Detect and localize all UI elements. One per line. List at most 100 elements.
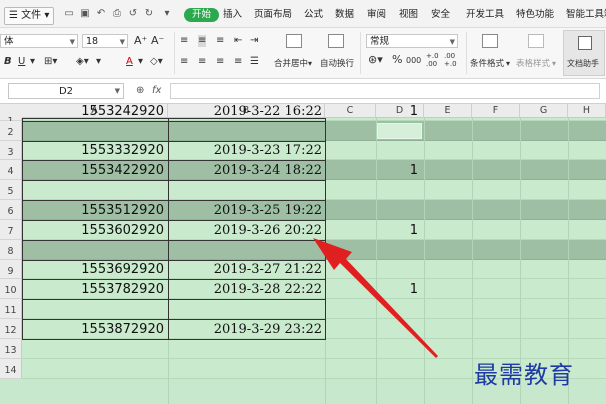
merge-center-button[interactable]: 合并居中 bbox=[274, 58, 308, 70]
font-size-value: 18 bbox=[86, 36, 99, 47]
quick-access-more-icon[interactable]: ▾ bbox=[162, 9, 172, 19]
zoom-search-icon[interactable]: ⊕ bbox=[136, 85, 144, 96]
cell-b-value: 2019-3-25 19:22 bbox=[213, 203, 322, 218]
save-icon[interactable]: ▣ bbox=[80, 9, 90, 19]
tab-formulas[interactable]: 公式 bbox=[304, 9, 323, 21]
wrap-text-icon[interactable] bbox=[328, 34, 344, 48]
row-header[interactable]: 2 bbox=[0, 121, 22, 141]
row-header[interactable]: 14 bbox=[0, 359, 22, 379]
increase-decimal-button[interactable]: +.0 .00 bbox=[426, 52, 442, 68]
bold-button[interactable]: B bbox=[4, 56, 12, 68]
row-header[interactable]: 5 bbox=[0, 180, 22, 200]
bordered-cell[interactable] bbox=[22, 180, 169, 201]
more-format-icon[interactable]: ▾ bbox=[96, 56, 101, 68]
row-header[interactable]: 13 bbox=[0, 339, 22, 359]
name-box[interactable]: D2 ▼ bbox=[8, 83, 124, 99]
new-doc-icon[interactable]: ▭ bbox=[64, 9, 74, 19]
row-header[interactable]: 9 bbox=[0, 260, 22, 279]
table-style-button[interactable]: 表格样式 bbox=[516, 58, 550, 70]
undo-icon[interactable]: ↺ bbox=[128, 9, 138, 19]
border-icon[interactable]: ⊞▾ bbox=[44, 56, 57, 68]
row-header[interactable]: 11 bbox=[0, 299, 22, 319]
bordered-cell[interactable] bbox=[168, 121, 326, 142]
font-color-button[interactable]: A bbox=[126, 56, 133, 68]
tab-security[interactable]: 安全 bbox=[431, 9, 450, 21]
file-menu-button[interactable]: ☰ 文件 ▾ bbox=[4, 7, 55, 25]
chevron-down-icon[interactable]: ▾ bbox=[308, 58, 312, 70]
doc-assistant-icon bbox=[578, 36, 592, 50]
tab-review[interactable]: 审阅 bbox=[367, 9, 386, 21]
row-header[interactable]: 8 bbox=[0, 240, 22, 260]
bordered-cell[interactable] bbox=[22, 240, 169, 261]
cell-b-value: 2019-3-26 20:22 bbox=[213, 223, 322, 238]
align-center-icon[interactable]: ≡ bbox=[198, 56, 206, 68]
cell-a-value: 1553782920 bbox=[81, 282, 164, 297]
underline-dropdown-icon[interactable]: ▾ bbox=[30, 56, 35, 68]
font-color-dropdown-icon[interactable]: ▾ bbox=[138, 56, 143, 68]
row-header[interactable]: 12 bbox=[0, 319, 22, 339]
tab-view[interactable]: 视图 bbox=[399, 9, 418, 21]
redo-icon[interactable]: ↻ bbox=[144, 9, 154, 19]
tab-special-features[interactable]: 特色功能 bbox=[516, 9, 554, 21]
tab-data[interactable]: 数据 bbox=[335, 9, 354, 21]
number-format-select[interactable]: 常规 ▼ bbox=[366, 34, 458, 48]
row-header[interactable]: 6 bbox=[0, 200, 22, 220]
cell-b-value: 2019-3-22 16:22 bbox=[213, 104, 322, 119]
active-cell-d2[interactable] bbox=[377, 123, 422, 139]
row-header[interactable]: 4 bbox=[0, 160, 22, 180]
tab-developer[interactable]: 开发工具 bbox=[466, 9, 504, 21]
bordered-cell[interactable] bbox=[22, 121, 169, 142]
merge-center-icon[interactable] bbox=[286, 34, 302, 48]
column-header-c[interactable]: C bbox=[325, 104, 376, 118]
decrease-font-icon[interactable]: A⁻ bbox=[151, 35, 164, 47]
fx-icon[interactable]: fx bbox=[152, 85, 161, 96]
tab-smart-toolbox[interactable]: 智能工具箱 bbox=[566, 9, 606, 21]
conditional-format-icon[interactable] bbox=[482, 34, 498, 48]
tab-home[interactable]: 开始 bbox=[184, 8, 220, 22]
align-right-icon[interactable]: ≡ bbox=[216, 56, 224, 68]
row-header[interactable]: 7 bbox=[0, 220, 22, 240]
cell-a-value: 1553242920 bbox=[81, 104, 164, 119]
currency-icon[interactable]: ⊛▾ bbox=[368, 54, 383, 66]
bordered-cell[interactable] bbox=[168, 180, 326, 201]
column-header-f[interactable]: F bbox=[472, 104, 520, 118]
indent-increase-icon[interactable]: ⇥ bbox=[250, 35, 258, 47]
align-bottom-icon[interactable]: ≡ bbox=[216, 35, 224, 47]
increase-font-icon[interactable]: A⁺ bbox=[134, 35, 147, 47]
bordered-cell[interactable] bbox=[22, 299, 169, 320]
column-header-h[interactable]: H bbox=[568, 104, 606, 118]
chevron-down-icon[interactable]: ▾ bbox=[552, 58, 556, 70]
doc-assistant-button[interactable]: 文档助手 bbox=[563, 30, 605, 76]
row-header[interactable]: 3 bbox=[0, 141, 22, 160]
align-top-icon[interactable]: ≡ bbox=[180, 35, 188, 47]
font-size-select[interactable]: 18 ▼ bbox=[82, 34, 128, 48]
undo-history-icon[interactable]: ↶ bbox=[96, 9, 106, 19]
chevron-down-icon[interactable]: ▾ bbox=[506, 58, 510, 70]
conditional-format-button[interactable]: 条件格式 bbox=[470, 58, 504, 70]
fill-color-icon[interactable]: ◈▾ bbox=[76, 56, 89, 68]
tab-page-layout[interactable]: 页面布局 bbox=[254, 9, 292, 21]
column-header-g[interactable]: G bbox=[520, 104, 568, 118]
justify-icon[interactable]: ≡ bbox=[234, 56, 242, 68]
align-left-icon[interactable]: ≡ bbox=[180, 56, 188, 68]
wrap-text-button[interactable]: 自动换行 bbox=[320, 58, 354, 70]
decrease-decimal-button[interactable]: .00 +.0 bbox=[444, 52, 460, 68]
number-format-value: 常规 bbox=[370, 36, 390, 47]
cell-d-value: 1 bbox=[409, 223, 418, 238]
align-middle-icon[interactable]: ≡ bbox=[198, 35, 207, 47]
distributed-icon[interactable]: ☰ bbox=[250, 56, 259, 68]
formula-input[interactable] bbox=[170, 83, 600, 99]
clear-format-icon[interactable]: ◇▾ bbox=[150, 56, 163, 68]
row-header[interactable]: 10 bbox=[0, 279, 22, 299]
indent-decrease-icon[interactable]: ⇤ bbox=[234, 35, 242, 47]
underline-button[interactable]: U bbox=[18, 56, 25, 68]
print-icon[interactable]: ⎙ bbox=[112, 9, 122, 19]
tab-insert[interactable]: 插入 bbox=[223, 9, 242, 21]
percent-button[interactable]: % bbox=[392, 54, 402, 66]
font-name-select[interactable]: 体 ▼ bbox=[0, 34, 78, 48]
table-style-icon[interactable] bbox=[528, 34, 544, 48]
bordered-cell[interactable] bbox=[168, 240, 326, 261]
column-header-e[interactable]: E bbox=[424, 104, 472, 118]
thousands-button[interactable]: 000 bbox=[406, 55, 421, 67]
bordered-cell[interactable] bbox=[168, 299, 326, 320]
